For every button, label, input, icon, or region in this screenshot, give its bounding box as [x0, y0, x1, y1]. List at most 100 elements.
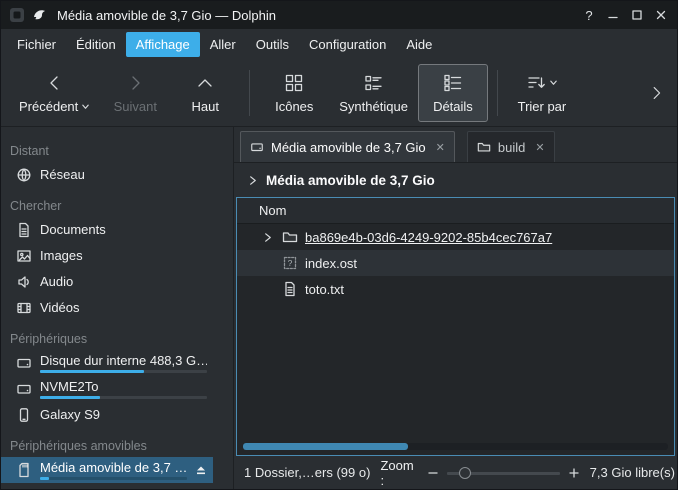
sidebar-item-label: NVME2To [40, 380, 207, 394]
expander-spacer [259, 281, 275, 297]
toolbar-overflow-button[interactable] [643, 80, 669, 106]
menu-item-edition[interactable]: Édition [66, 32, 126, 57]
sidebar-item-videos[interactable]: Vidéos [1, 295, 213, 321]
dolphin-window: Média amovible de 3,7 Gio — Dolphin ? Fi… [0, 0, 678, 490]
tab-label: Média amovible de 3,7 Gio [271, 140, 426, 155]
tab-close-icon[interactable]: ✕ [535, 141, 544, 154]
chevron-right-icon [647, 84, 665, 102]
image-icon [16, 248, 32, 264]
capacity-bar [40, 396, 207, 399]
tab-label: build [498, 140, 525, 155]
section-header-peripheriques-amovibles[interactable]: Périphériques amovibles [1, 428, 213, 457]
free-space-label: 7,3 Gio libre(s) [590, 465, 675, 480]
status-bar: 1 Dossier,…ers (99 o) Zoom : 7,3 Gio lib… [234, 456, 677, 489]
section-header-chercher[interactable]: Chercher [1, 188, 213, 217]
eject-icon[interactable] [195, 464, 207, 476]
caret-down-icon [81, 102, 90, 111]
sidebar-item-label: Réseau [40, 168, 207, 182]
expander-spacer [259, 255, 275, 271]
sidebar-item-documents[interactable]: Documents [1, 217, 213, 243]
file-row-toto-txt[interactable]: toto.txt [237, 276, 674, 302]
window-controls: ? [577, 4, 673, 26]
sidebar-item-label: Galaxy S9 [40, 408, 207, 422]
sidebar-item-images[interactable]: Images [1, 243, 213, 269]
column-header-nom[interactable]: Nom [259, 203, 286, 218]
chevron-right-icon [125, 73, 145, 93]
close-button[interactable] [649, 4, 673, 26]
drive-icon [250, 140, 264, 154]
scrollbar-thumb[interactable] [243, 443, 408, 450]
menu-item-affichage[interactable]: Affichage [126, 32, 200, 57]
sidebar-item-galaxy-s9[interactable]: Galaxy S9 [1, 402, 213, 428]
file-name: toto.txt [305, 282, 344, 297]
compact-view-button[interactable]: Synthétique [329, 64, 418, 122]
details-view-button[interactable]: Détails [418, 64, 488, 122]
icons-view-button[interactable]: Icônes [259, 64, 329, 122]
harddrive-icon [16, 355, 32, 371]
places-panel: Distant Réseau Chercher Documents Images… [1, 127, 234, 489]
unknown-file-icon: ? [282, 255, 298, 271]
menu-item-aller[interactable]: Aller [200, 32, 246, 57]
app-menu-icon[interactable] [8, 6, 26, 24]
forward-button[interactable]: Suivant [100, 64, 170, 122]
folder-icon [477, 140, 491, 154]
tab-media-amovible[interactable]: Média amovible de 3,7 Gio ✕ [240, 131, 455, 162]
sidebar-item-label: Disque dur interne 488,3 G… [40, 354, 207, 368]
expand-arrow-icon[interactable] [259, 229, 275, 245]
sort-icon [526, 73, 546, 93]
window-title: Média amovible de 3,7 Gio — Dolphin [57, 8, 276, 23]
chevron-up-icon [195, 73, 215, 93]
up-button[interactable]: Haut [170, 64, 240, 122]
horizontal-scrollbar[interactable] [243, 443, 668, 450]
sidebar-item-reseau[interactable]: Réseau [1, 162, 213, 188]
sidebar-item-media-amovible[interactable]: Média amovible de 3,7 … [1, 457, 213, 483]
svg-text:?: ? [288, 258, 293, 268]
zoom-out-icon[interactable] [427, 467, 439, 479]
file-row-index-ost[interactable]: ? index.ost [237, 250, 674, 276]
sidebar-item-disque-interne[interactable]: Disque dur interne 488,3 G… [1, 350, 213, 376]
sort-by-button[interactable]: Trier par [507, 64, 577, 122]
caret-down-icon [549, 78, 558, 87]
zoom-slider-handle[interactable] [459, 467, 471, 479]
help-button[interactable]: ? [577, 4, 601, 26]
sidebar-item-label: Images [40, 249, 207, 263]
menu-item-fichier[interactable]: Fichier [7, 32, 66, 57]
network-icon [16, 167, 32, 183]
maximize-button[interactable] [625, 4, 649, 26]
column-header-row: Nom [237, 198, 674, 224]
file-row-folder[interactable]: ba869e4b-03d6-4249-9202-85b4cec767a7 [237, 224, 674, 250]
main-view: Média amovible de 3,7 Gio ✕ build ✕ Médi… [234, 127, 677, 489]
capacity-bar [40, 477, 187, 480]
dolphin-logo-icon [31, 6, 49, 24]
text-file-icon [282, 281, 298, 297]
minimize-button[interactable] [601, 4, 625, 26]
zoom-label: Zoom : [380, 458, 419, 488]
section-header-distant[interactable]: Distant [1, 133, 213, 162]
back-button[interactable]: Précédent [9, 64, 100, 122]
zoom-slider[interactable] [447, 465, 560, 481]
sidebar-item-audio[interactable]: Audio [1, 269, 213, 295]
menu-item-configuration[interactable]: Configuration [299, 32, 396, 57]
video-icon [16, 300, 32, 316]
title-bar[interactable]: Média amovible de 3,7 Gio — Dolphin ? [1, 1, 677, 29]
audio-icon [16, 274, 32, 290]
breadcrumb-location[interactable]: Média amovible de 3,7 Gio [266, 173, 435, 188]
toolbar-separator [497, 70, 498, 116]
file-view: Nom ba869e4b-03d6-4249-9202-85b4cec767a7… [236, 197, 675, 456]
tab-close-icon[interactable]: ✕ [436, 141, 445, 154]
tab-build[interactable]: build ✕ [467, 131, 555, 162]
menu-bar: Fichier Édition Affichage Aller Outils C… [1, 29, 677, 59]
toolbar-separator [249, 70, 250, 116]
sidebar-item-nvme2to[interactable]: NVME2To [1, 376, 213, 402]
document-icon [16, 222, 32, 238]
section-header-peripheriques[interactable]: Périphériques [1, 321, 213, 350]
sidebar-item-label: Audio [40, 275, 207, 289]
harddrive-icon [16, 381, 32, 397]
zoom-in-icon[interactable] [568, 467, 580, 479]
sidebar-item-label: Média amovible de 3,7 … [40, 461, 187, 475]
breadcrumb: Média amovible de 3,7 Gio [234, 163, 677, 197]
chevron-right-icon [247, 175, 258, 186]
menu-item-outils[interactable]: Outils [246, 32, 299, 57]
menu-item-aide[interactable]: Aide [396, 32, 442, 57]
view-compact-icon [364, 73, 384, 93]
